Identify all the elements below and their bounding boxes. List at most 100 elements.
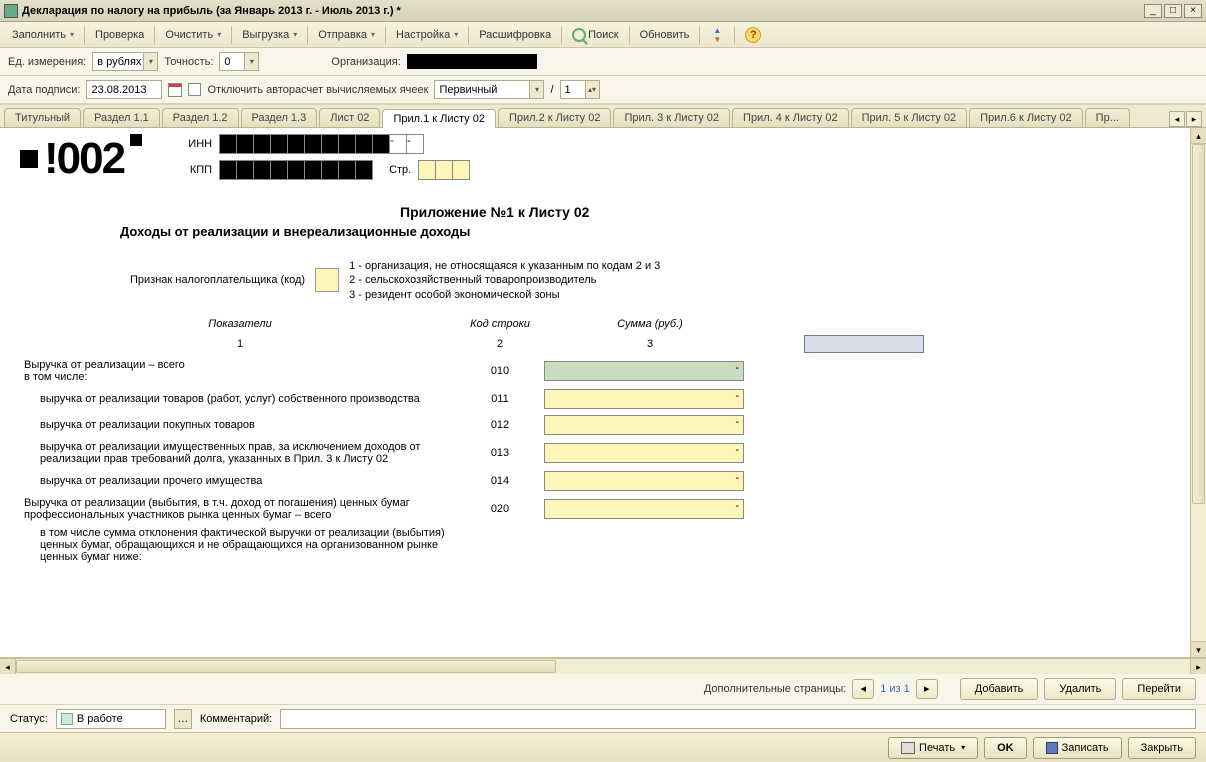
inn-kpp-block: ИНН -- КПП Стр.: [172, 134, 470, 186]
pager-label: Дополнительные страницы:: [704, 683, 846, 695]
chevron-down-icon: ▾: [143, 53, 157, 70]
pagenum-spinner[interactable]: 1▴▾: [560, 80, 600, 99]
chevron-down-icon: ▾: [244, 53, 258, 70]
tab-4[interactable]: Лист 02: [319, 108, 380, 127]
extra-selection-box[interactable]: [804, 335, 924, 353]
print-button[interactable]: Печать: [888, 737, 978, 759]
taxpayer-code-input[interactable]: [315, 268, 339, 292]
tab-8[interactable]: Прил. 4 к Листу 02: [732, 108, 849, 127]
refresh-button[interactable]: Обновить: [634, 27, 696, 43]
tab-scroll-left[interactable]: ◂: [1169, 111, 1185, 127]
maximize-button[interactable]: □: [1164, 4, 1182, 18]
taxpayer-desc-1: 1 - организация, не относящаяся к указан…: [349, 259, 660, 273]
str-label: Стр.: [389, 164, 411, 176]
tab-9[interactable]: Прил. 5 к Листу 02: [851, 108, 968, 127]
row-code: 020: [460, 494, 540, 524]
check-button[interactable]: Проверка: [89, 27, 150, 43]
date-label: Дата подписи:: [8, 84, 80, 96]
scroll-left-icon[interactable]: ◂: [0, 659, 16, 674]
content-wrap: !002 ИНН -- КПП Стр.: [0, 128, 1206, 658]
tab-2[interactable]: Раздел 1.2: [162, 108, 239, 127]
arrows-button[interactable]: [704, 26, 730, 44]
pager-prev[interactable]: ◂: [852, 679, 874, 699]
tab-11[interactable]: Пр...: [1085, 108, 1130, 127]
tab-10[interactable]: Прил.6 к Листу 02: [969, 108, 1083, 127]
unit-value: в рублях: [97, 56, 141, 68]
document-icon: [61, 713, 73, 725]
tab-6[interactable]: Прил.2 к Листу 02: [498, 108, 612, 127]
minimize-button[interactable]: _: [1144, 4, 1162, 18]
ok-button[interactable]: OK: [984, 737, 1027, 759]
tab-1[interactable]: Раздел 1.1: [83, 108, 160, 127]
vertical-scrollbar[interactable]: ▴ ▾: [1190, 128, 1206, 657]
precision-combo[interactable]: 0▾: [219, 52, 259, 71]
row-code: 013: [460, 438, 540, 468]
delete-page-button[interactable]: Удалить: [1044, 678, 1116, 700]
pager-next[interactable]: ▸: [916, 679, 938, 699]
tab-3[interactable]: Раздел 1.3: [241, 108, 318, 127]
taxpayer-label: Признак налогоплательщика (код): [130, 274, 305, 286]
status-combo[interactable]: В работе: [56, 709, 166, 729]
taxpayer-desc: 1 - организация, не относящаяся к указан…: [349, 259, 660, 302]
tab-5[interactable]: Прил.1 к Листу 02: [382, 109, 496, 128]
window-title: Декларация по налогу на прибыль (за Янва…: [22, 5, 1144, 17]
main-toolbar: Заполнить Проверка Очистить Выгрузка Отп…: [0, 22, 1206, 48]
autocalc-checkbox[interactable]: [188, 83, 201, 96]
save-button[interactable]: Записать: [1033, 737, 1122, 759]
sum-input-020[interactable]: -: [544, 499, 744, 519]
precision-value: 0: [224, 56, 230, 68]
scroll-down-icon[interactable]: ▾: [1191, 641, 1206, 657]
str-cells[interactable]: [419, 160, 470, 180]
settings-button[interactable]: Настройка: [390, 27, 464, 43]
sum-input-012[interactable]: -: [544, 415, 744, 435]
sum-input-011[interactable]: -: [544, 389, 744, 409]
scroll-up-icon[interactable]: ▴: [1191, 128, 1206, 144]
sum-input-014[interactable]: -: [544, 471, 744, 491]
close-footer-button[interactable]: Закрыть: [1128, 737, 1196, 759]
taxpayer-row: Признак налогоплательщика (код) 1 - орга…: [130, 259, 1186, 302]
footer-bar: Печать OK Записать Закрыть: [0, 732, 1206, 762]
hscroll-thumb[interactable]: [16, 660, 556, 673]
decode-button[interactable]: Расшифровка: [473, 27, 557, 43]
titlebar: Декларация по налогу на прибыль (за Янва…: [0, 0, 1206, 22]
kpp-cells[interactable]: [220, 160, 373, 180]
help-button[interactable]: ?: [739, 25, 767, 45]
clear-button[interactable]: Очистить: [159, 27, 227, 43]
unit-combo[interactable]: в рублях▾: [92, 52, 158, 71]
barcode-block: !002: [20, 134, 142, 184]
barcode-square: [20, 150, 38, 168]
date-input[interactable]: 23.08.2013: [86, 80, 162, 99]
col-sum: Сумма (руб.): [540, 316, 760, 332]
tab-scroll-right[interactable]: ▸: [1186, 111, 1202, 127]
export-button[interactable]: Выгрузка: [236, 27, 303, 43]
window-controls: _ □ ×: [1144, 4, 1202, 18]
spinner-icon: ▴▾: [585, 81, 599, 98]
close-button[interactable]: ×: [1184, 4, 1202, 18]
send-button[interactable]: Отправка: [312, 27, 381, 43]
scroll-right-icon[interactable]: ▸: [1190, 659, 1206, 674]
inn-cells[interactable]: --: [220, 134, 424, 154]
add-page-button[interactable]: Добавить: [960, 678, 1039, 700]
tab-7[interactable]: Прил. 3 к Листу 02: [613, 108, 730, 127]
org-value-redacted: [407, 54, 537, 69]
tab-strip: ТитульныйРаздел 1.1Раздел 1.2Раздел 1.3Л…: [0, 104, 1206, 128]
fill-button[interactable]: Заполнить: [6, 27, 80, 43]
scroll-thumb[interactable]: [1192, 144, 1205, 504]
appendix-title: Приложение №1 к Листу 02: [400, 204, 1186, 220]
sum-input-010[interactable]: -: [544, 361, 744, 381]
calendar-icon[interactable]: [168, 83, 182, 97]
tab-0[interactable]: Титульный: [4, 108, 81, 127]
sum-input-013[interactable]: -: [544, 443, 744, 463]
doctype-combo[interactable]: Первичный▾: [434, 80, 544, 99]
taxpayer-desc-3: 3 - резидент особой экономической зоны: [349, 288, 660, 302]
date-value: 23.08.2013: [91, 84, 146, 96]
search-button[interactable]: Поиск: [566, 26, 624, 44]
comment-label: Комментарий:: [200, 713, 272, 725]
col-code: Код строки: [460, 316, 540, 332]
status-select-button[interactable]: …: [174, 709, 192, 729]
horizontal-scrollbar[interactable]: ◂ ▸: [0, 658, 1206, 674]
comment-input[interactable]: [280, 709, 1196, 729]
search-label: Поиск: [588, 29, 618, 41]
app-icon: [4, 4, 18, 18]
goto-page-button[interactable]: Перейти: [1122, 678, 1196, 700]
